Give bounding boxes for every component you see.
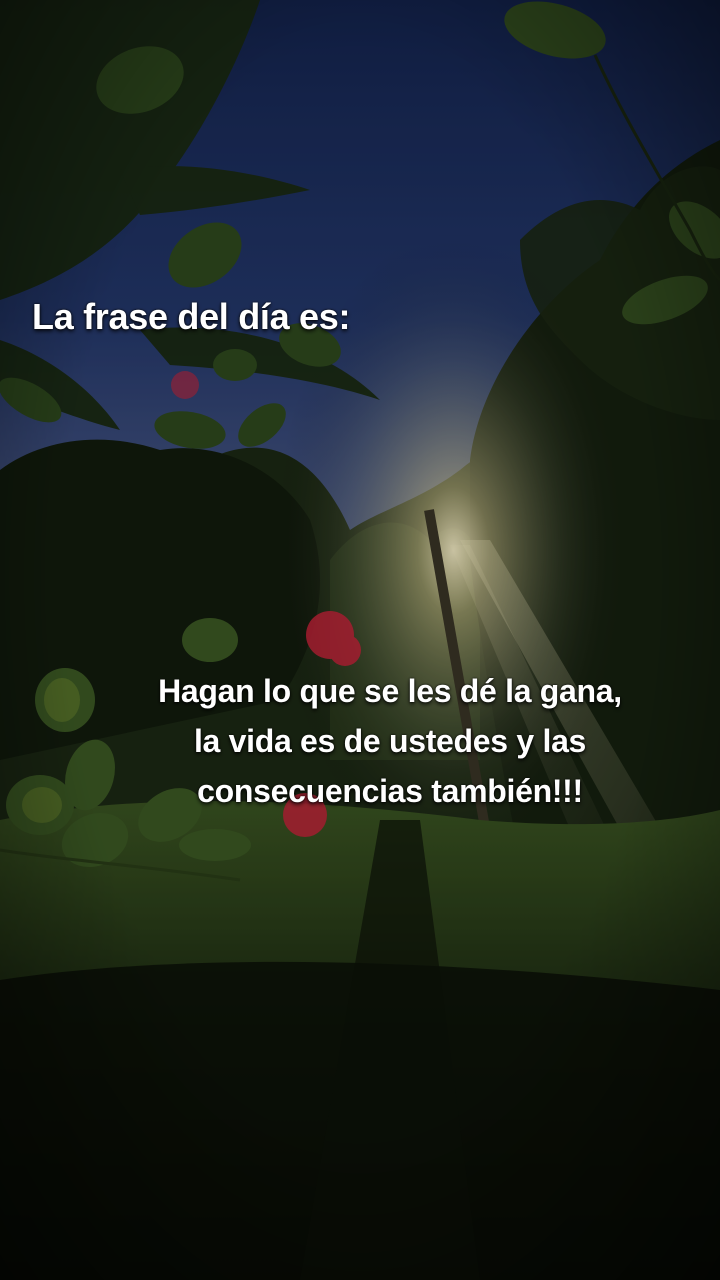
quote-line: la vida es de ustedes y las	[193, 723, 587, 759]
caption-heading: La frase del día es:	[32, 296, 351, 337]
quote-line: Hagan lo que se les dé la gana,	[158, 673, 622, 709]
caption-quote: Hagan lo que se les dé la gana, la vida …	[110, 666, 670, 816]
quote-line: consecuencias también!!!	[197, 773, 583, 809]
photo-background: La frase del día es: Hagan lo que se les…	[0, 0, 720, 1280]
garden-sunset-photo	[0, 0, 720, 1280]
